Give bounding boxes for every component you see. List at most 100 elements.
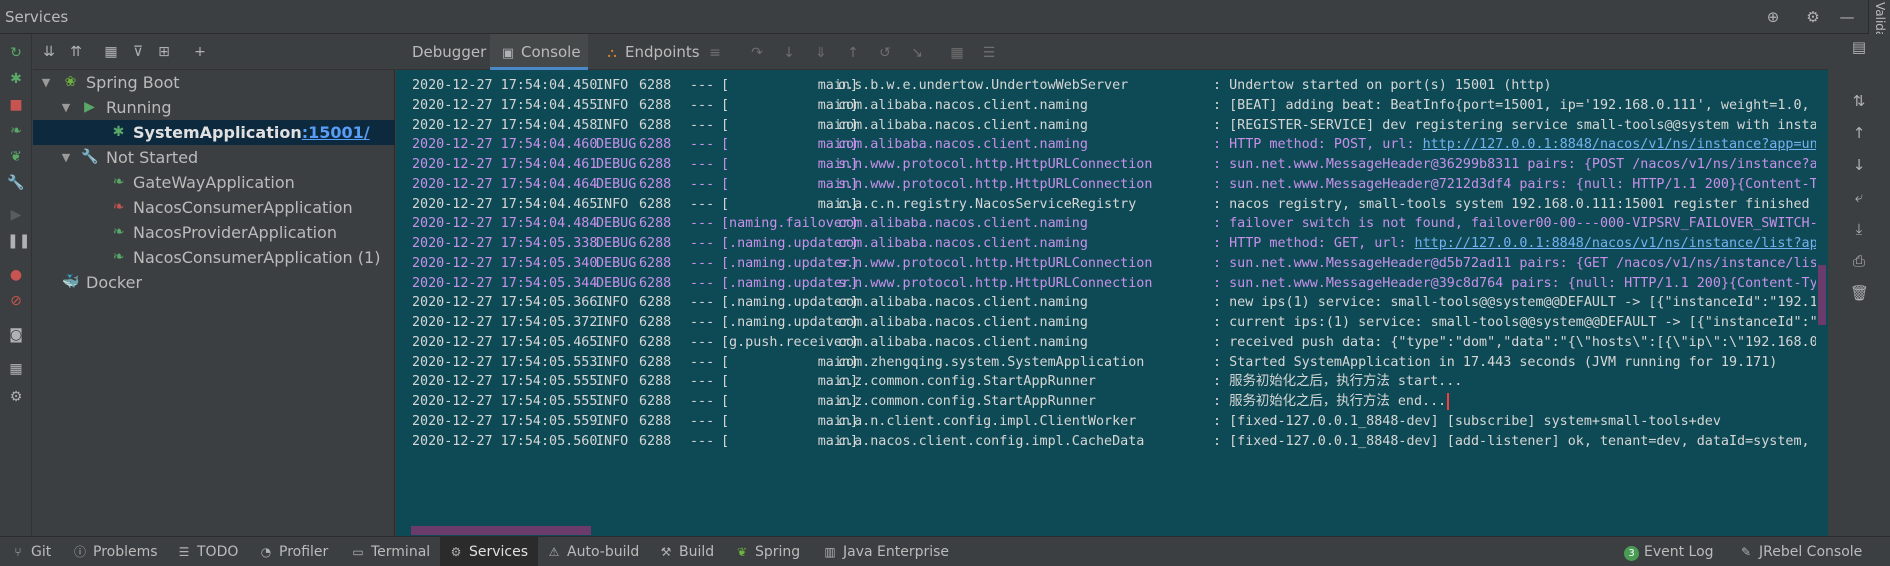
tree-node-running[interactable]: ▼ ▶ Running (33, 95, 395, 120)
tool-tab-profiler[interactable]: ◔ Profiler (258, 537, 329, 566)
tool-tab-services[interactable]: ⚙ Services (440, 537, 539, 566)
drop-frame-icon[interactable]: ↺ (876, 44, 894, 62)
scroll-to-end-icon[interactable]: ⤓ (1850, 220, 1868, 238)
tool-tab-java-enterprise[interactable]: ▥ Java Enterprise (822, 537, 949, 566)
pause-icon[interactable]: ❚❚ (7, 232, 30, 250)
problems-icon: ⓘ (73, 545, 86, 559)
tab-console[interactable]: ▣ Console (490, 34, 588, 70)
chevron-down-icon[interactable]: ▼ (59, 145, 73, 170)
run-to-cursor-icon[interactable]: ↘ (908, 44, 926, 62)
group-by-icon[interactable]: ▦ (102, 43, 120, 61)
spring-app-running-icon: ✱ (112, 124, 125, 140)
console-line: 2020-12-27 17:54:05.560 INFO 6288 ---[ main… (412, 433, 1828, 449)
tool-tab-build[interactable]: ⚒ Build (658, 537, 715, 566)
git-icon: ⑂ (14, 545, 22, 559)
crosshair-icon[interactable]: ⊕ (1764, 8, 1782, 26)
step-over-icon[interactable]: ↷ (748, 44, 766, 62)
tool-tab-auto-build[interactable]: ⚠ Auto-build (546, 537, 640, 566)
tool-tab-spring[interactable]: ❦ Spring (734, 537, 800, 566)
menu-icon[interactable]: ≡ (706, 44, 724, 62)
tool-window-bar: ⑂ Git ⓘ Problems ☰ TODO ◔ Profiler ▭ Terminal… (0, 536, 1890, 566)
breakpoints-icon[interactable]: ● (7, 266, 25, 284)
terminal-icon: ▭ (352, 545, 364, 559)
services-tree: ▼ ❀ Spring Boot ▼ ▶ Running ✱ SystemAppl… (33, 70, 395, 536)
new-tab-icon[interactable]: ⊞ (155, 43, 173, 61)
console-icon: ▣ (501, 46, 515, 61)
gear-icon[interactable]: ⚙ (1804, 8, 1822, 26)
spring-app-icon: ❧ (112, 249, 125, 265)
console-right-toolbar: ▤ ⇅ ↑ ↓ ⤶ ⤓ ⎙ 🗑 (1828, 34, 1890, 536)
console-output[interactable]: 2020-12-27 17:54:04.450 INFO 6288 ---[ main… (396, 70, 1828, 536)
endpoints-icon: ⛬ (607, 46, 617, 61)
rerun-icon[interactable]: ↻ (7, 44, 25, 62)
tool-tab-todo[interactable]: ☰ TODO (176, 537, 239, 566)
tool-tab-event-log[interactable]: 3 Event Log (1624, 537, 1714, 566)
wrench-icon: 🔧 (81, 149, 99, 165)
tool-tab-git[interactable]: ⑂ Git (10, 537, 51, 566)
java-enterprise-icon: ▥ (824, 545, 836, 559)
tab-endpoints[interactable]: ⛬ Endpoints (604, 34, 714, 70)
add-service-icon[interactable]: + (191, 43, 209, 61)
camera-icon[interactable]: ◙ (7, 326, 25, 344)
spring-app-icon: ❧ (112, 174, 125, 190)
stop-icon[interactable]: ■ (7, 96, 25, 114)
spring-app-icon: ❧ (112, 224, 125, 240)
tool-tab-problems[interactable]: ⓘ Problems (72, 537, 158, 566)
soft-wrap-icon[interactable]: ⤶ (1850, 188, 1868, 206)
layout-icon[interactable]: ▦ (7, 360, 25, 378)
services-icon: ⚙ (450, 545, 462, 559)
trash-icon[interactable]: 🗑 (1850, 284, 1869, 302)
up-arrow-icon[interactable]: ↑ (1850, 124, 1868, 142)
tree-node-system-application[interactable]: ✱ SystemApplication:15001/ (33, 120, 395, 145)
console-url-link[interactable]: http://127.0.0.1:8848/nacos/v1/ns/instan… (1423, 137, 1828, 152)
tab-debugger[interactable]: Debugger (396, 34, 486, 70)
force-step-into-icon[interactable]: ⇓ (812, 44, 830, 62)
sort-icon[interactable]: ⇅ (1850, 92, 1868, 110)
evaluate-icon[interactable]: ▦ (948, 44, 966, 62)
tree-node-spring-boot[interactable]: ▼ ❀ Spring Boot (33, 70, 395, 95)
todo-icon: ☰ (178, 545, 190, 559)
layout-settings-icon[interactable]: ▤ (1850, 38, 1868, 56)
tool-tab-jrebel-console[interactable]: ✎ JRebel Console (1738, 537, 1862, 566)
minimize-icon[interactable]: — (1838, 8, 1856, 26)
down-arrow-icon[interactable]: ↓ (1850, 156, 1868, 174)
run-leaf-icon[interactable]: ❧ (7, 122, 25, 140)
tree-node-docker[interactable]: 🐳 Docker (33, 270, 395, 295)
run-tabs-bar: Debugger ▣ Console ⛬ Endpoints ≡ ↷ ↓ ⇓ ↑ ↺… (396, 34, 1890, 70)
step-out-icon[interactable]: ↑ (844, 44, 862, 62)
tree-node-nacos-consumer-application-1[interactable]: ❧ NacosConsumerApplication (1) (33, 245, 395, 270)
jrebel-icon: ✎ (1740, 545, 1752, 559)
vertical-scrollbar[interactable] (1816, 70, 1828, 536)
debug-icon[interactable]: ✱ (7, 70, 25, 88)
warning-icon: ⚠ (548, 545, 560, 559)
debug-leaf-icon[interactable]: ❦ (7, 148, 25, 166)
services-tree-toolbar: ⇊ ⇈ ▦ ⊽ ⊞ + (33, 34, 395, 70)
settings-icon[interactable]: ⚙ (7, 388, 25, 406)
event-log-badge: 3 (1624, 546, 1639, 561)
step-into-icon[interactable]: ↓ (780, 44, 798, 62)
console-url-link[interactable]: http://127.0.0.1:8848/nacos/v1/ns/instan… (1415, 236, 1828, 251)
spring-icon: ❦ (736, 545, 748, 559)
tool-tab-terminal[interactable]: ▭ Terminal (350, 537, 430, 566)
port-link[interactable]: :15001/ (302, 123, 370, 142)
tree-node-gateway-application[interactable]: ❧ GateWayApplication (33, 170, 395, 195)
run-icon: ▶ (84, 99, 95, 115)
mute-breakpoints-icon[interactable]: ⊘ (7, 292, 25, 310)
tree-node-nacos-consumer-application[interactable]: ❧ NacosConsumerApplication (33, 195, 395, 220)
wrench-icon[interactable]: 🔧 (7, 174, 25, 192)
trace-icon[interactable]: ☰ (980, 44, 998, 62)
chevron-down-icon[interactable]: ▼ (39, 70, 53, 95)
horizontal-scrollbar[interactable] (411, 525, 1806, 536)
expand-all-icon[interactable]: ⇊ (40, 43, 58, 61)
resume-icon[interactable]: ▶ (7, 206, 25, 224)
collapse-all-icon[interactable]: ⇈ (67, 43, 85, 61)
print-icon[interactable]: ⎙ (1850, 252, 1868, 270)
text-caret (1447, 392, 1450, 410)
spring-boot-icon: ❀ (64, 74, 77, 90)
tree-node-nacos-provider-application[interactable]: ❧ NacosProviderApplication (33, 220, 395, 245)
docker-icon: 🐳 (62, 274, 80, 290)
window-title: Services (5, 8, 69, 26)
filter-icon[interactable]: ⊽ (129, 43, 147, 61)
tree-node-not-started[interactable]: ▼ 🔧 Not Started (33, 145, 395, 170)
chevron-down-icon[interactable]: ▼ (59, 95, 73, 120)
